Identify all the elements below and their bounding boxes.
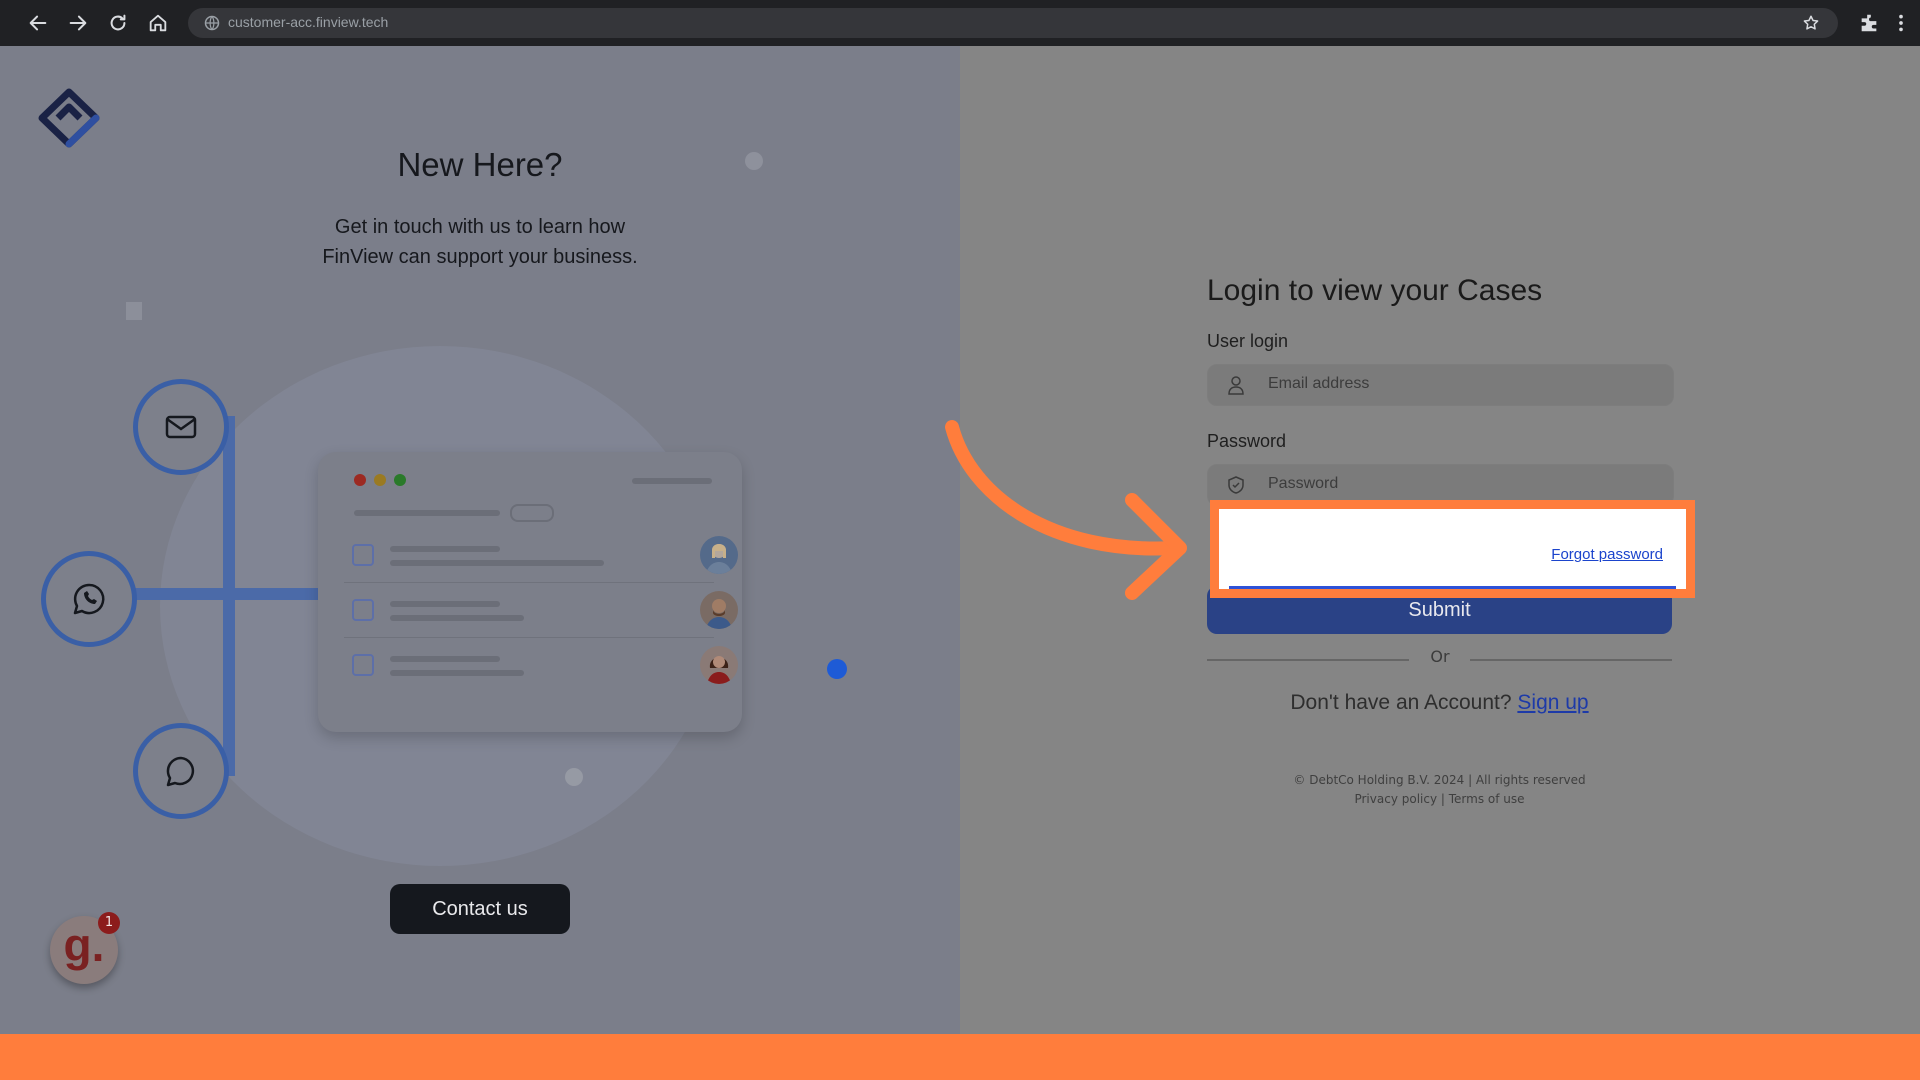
avatar bbox=[700, 591, 738, 629]
password-label: Password bbox=[1207, 431, 1287, 451]
placeholder-bar bbox=[354, 510, 500, 516]
list-item bbox=[344, 583, 738, 638]
bottom-accent-bar bbox=[0, 1034, 1920, 1080]
divider-line bbox=[1470, 659, 1672, 661]
reload-icon[interactable] bbox=[104, 9, 132, 37]
avatar bbox=[700, 536, 738, 574]
placeholder-bar bbox=[390, 670, 524, 676]
login-title: Login to view your Cases bbox=[1207, 274, 1543, 307]
site-info-icon[interactable] bbox=[204, 15, 220, 31]
decor-square bbox=[126, 302, 142, 320]
placeholder-bar bbox=[390, 656, 500, 662]
message-icon bbox=[352, 654, 374, 676]
intro-line-2: FinView can support your business. bbox=[322, 246, 638, 268]
browser-toolbar: customer-acc.finview.tech bbox=[0, 0, 1920, 46]
left-panel: New Here? Get in touch with us to learn … bbox=[0, 46, 960, 1034]
back-icon[interactable] bbox=[24, 9, 52, 37]
shield-icon bbox=[1228, 476, 1244, 494]
forward-icon[interactable] bbox=[64, 9, 92, 37]
sign-up-link[interactable]: Sign up bbox=[1517, 691, 1588, 714]
new-here-title: New Here? bbox=[397, 146, 563, 183]
whatsapp-icon bbox=[41, 551, 137, 647]
extensions-icon[interactable] bbox=[1858, 12, 1880, 34]
placeholder-bar bbox=[632, 478, 712, 484]
avatar bbox=[700, 646, 738, 684]
privacy-policy-link[interactable]: Privacy policy bbox=[1354, 792, 1437, 806]
placeholder-bar bbox=[390, 601, 500, 607]
highlight-arrow-icon bbox=[945, 420, 1187, 600]
decor-dot bbox=[745, 152, 763, 170]
decor-dot bbox=[565, 768, 583, 786]
email-placeholder: Email address bbox=[1268, 375, 1370, 392]
intro-line-1: Get in touch with us to learn how bbox=[334, 216, 626, 238]
app-preview-card bbox=[318, 452, 742, 732]
window-close-dot bbox=[354, 474, 366, 486]
intro-text: Get in touch with us to learn how FinVie… bbox=[290, 212, 670, 272]
finview-logo bbox=[38, 88, 100, 148]
message-icon bbox=[352, 544, 374, 566]
address-bar[interactable]: customer-acc.finview.tech bbox=[188, 8, 1838, 38]
list-item bbox=[344, 638, 738, 692]
g2-widget-button[interactable]: g. 1 bbox=[50, 912, 120, 984]
placeholder-pill bbox=[510, 504, 554, 522]
email-field[interactable]: Email address bbox=[1207, 364, 1674, 406]
email-channel-icon bbox=[133, 379, 229, 475]
connector-line bbox=[120, 588, 320, 600]
forgot-password-highlight: Forgot password bbox=[1210, 500, 1695, 598]
list-item bbox=[344, 528, 738, 583]
forgot-password-link[interactable]: Forgot password bbox=[1551, 546, 1663, 563]
footer-links: Privacy policy | Terms of use bbox=[1207, 792, 1672, 806]
window-minimize-dot bbox=[374, 474, 386, 486]
menu-dots-icon[interactable] bbox=[1890, 12, 1912, 34]
window-maximize-dot bbox=[394, 474, 406, 486]
placeholder-bar bbox=[390, 615, 524, 621]
terms-of-use-link[interactable]: Terms of use bbox=[1449, 792, 1525, 806]
no-account-text: Don't have an Account? bbox=[1290, 691, 1512, 714]
password-placeholder: Password bbox=[1268, 475, 1339, 492]
home-icon[interactable] bbox=[144, 9, 172, 37]
placeholder-bar bbox=[390, 560, 604, 566]
message-icon bbox=[352, 599, 374, 621]
signup-prompt: Don't have an Account? Sign up bbox=[1207, 691, 1672, 715]
contact-us-button[interactable]: Contact us bbox=[390, 884, 570, 934]
placeholder-bar bbox=[390, 546, 500, 552]
user-login-label: User login bbox=[1207, 331, 1289, 351]
copyright-text: © DebtCo Holding B.V. 2024 | All rights … bbox=[1293, 773, 1586, 787]
chat-bubble-icon bbox=[133, 723, 229, 819]
decor-blue-dot bbox=[827, 659, 847, 679]
url-text: customer-acc.finview.tech bbox=[228, 14, 389, 30]
footer-separator: | bbox=[1440, 792, 1449, 806]
notification-count-badge: 1 bbox=[98, 912, 120, 934]
focus-underline bbox=[1229, 586, 1676, 589]
divider-line bbox=[1207, 659, 1409, 661]
user-icon bbox=[1228, 376, 1244, 395]
bookmark-star-icon[interactable] bbox=[1802, 14, 1820, 32]
or-separator: Or bbox=[1430, 647, 1450, 666]
